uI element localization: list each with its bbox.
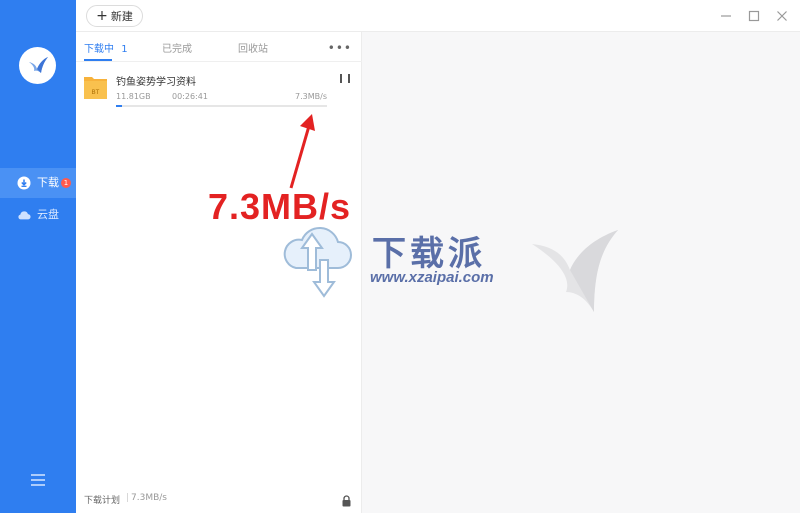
task-remaining-time: 00:26:41 bbox=[172, 92, 208, 101]
lock-icon[interactable] bbox=[341, 492, 352, 507]
tab-downloading[interactable]: 下载中 1 bbox=[84, 40, 128, 55]
bt-folder-icon: BT bbox=[84, 74, 107, 99]
watermark-title: 下载派 bbox=[372, 236, 486, 273]
active-tab-underline bbox=[84, 59, 112, 61]
sidebar-item-label: 下载 bbox=[37, 176, 59, 189]
minimize-icon[interactable] bbox=[718, 8, 734, 24]
tab-bar: 下载中 1 已完成 回收站 ••• bbox=[76, 32, 362, 62]
tab-count: 1 bbox=[121, 44, 128, 55]
download-task-row[interactable]: BT 钓鱼姿势学习资料 11.81GB 00:26:41 7.3MB/s bbox=[76, 66, 362, 118]
task-progress-bar bbox=[116, 105, 327, 107]
download-icon bbox=[17, 176, 31, 190]
tab-label: 回收站 bbox=[238, 44, 268, 55]
cloud-sync-icon bbox=[278, 222, 358, 300]
tab-recycle-bin[interactable]: 回收站 bbox=[238, 40, 268, 55]
more-options-icon[interactable]: ••• bbox=[328, 41, 352, 55]
task-progress-fill bbox=[116, 105, 123, 107]
task-name: 钓鱼姿势学习资料 bbox=[116, 77, 196, 88]
tab-completed[interactable]: 已完成 bbox=[162, 40, 192, 55]
plus-icon: + bbox=[96, 8, 108, 24]
hamburger-menu-icon[interactable] bbox=[28, 472, 48, 488]
tab-label: 下载中 bbox=[84, 44, 114, 55]
tab-label: 已完成 bbox=[162, 44, 192, 55]
task-size: 11.81GB bbox=[116, 92, 151, 101]
sidebar-item-cloud[interactable]: 云盘 bbox=[0, 200, 76, 230]
watermark-bird-icon bbox=[530, 226, 626, 316]
close-icon[interactable] bbox=[774, 8, 790, 24]
download-plan-link[interactable]: 下载计划 bbox=[84, 493, 120, 506]
annotation-arrow-icon bbox=[285, 112, 325, 192]
new-task-label: 新建 bbox=[110, 10, 133, 23]
total-speed: 7.3MB/s bbox=[131, 493, 167, 503]
cloud-icon bbox=[17, 208, 31, 222]
download-count-badge: 1 bbox=[61, 178, 71, 188]
top-toolbar: + 新建 bbox=[76, 0, 800, 32]
window-controls bbox=[718, 8, 790, 24]
sidebar: 下载 1 云盘 bbox=[0, 0, 76, 513]
task-speed: 7.3MB/s bbox=[295, 92, 327, 101]
pause-icon[interactable] bbox=[340, 74, 350, 86]
sidebar-item-download[interactable]: 下载 1 bbox=[0, 168, 76, 198]
list-footer: 下载计划 | 7.3MB/s bbox=[76, 486, 362, 513]
bird-logo-icon bbox=[19, 47, 56, 84]
watermark-url: www.xzaipai.com bbox=[370, 269, 494, 286]
sidebar-item-label: 云盘 bbox=[37, 208, 59, 221]
new-task-button[interactable]: + 新建 bbox=[86, 5, 143, 27]
maximize-icon[interactable] bbox=[746, 8, 762, 24]
footer-separator: | bbox=[126, 493, 130, 503]
svg-text:BT: BT bbox=[92, 90, 100, 96]
